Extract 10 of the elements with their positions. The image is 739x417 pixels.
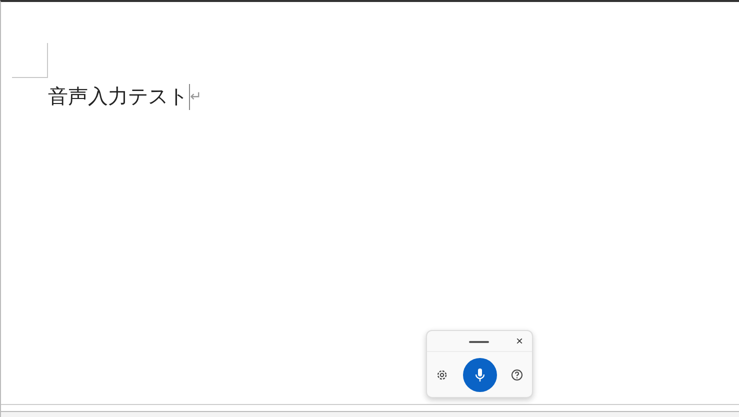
paragraph-mark: ↵ <box>190 89 202 105</box>
help-icon[interactable] <box>511 368 523 380</box>
microphone-icon <box>474 368 484 382</box>
microphone-button[interactable] <box>462 358 496 392</box>
drag-handle[interactable] <box>469 341 489 343</box>
text-cursor <box>189 84 190 110</box>
document-text: 音声入力テスト <box>48 85 188 109</box>
close-button[interactable]: × <box>514 334 525 348</box>
margin-corner-mark <box>12 43 48 78</box>
settings-icon[interactable] <box>436 368 448 380</box>
